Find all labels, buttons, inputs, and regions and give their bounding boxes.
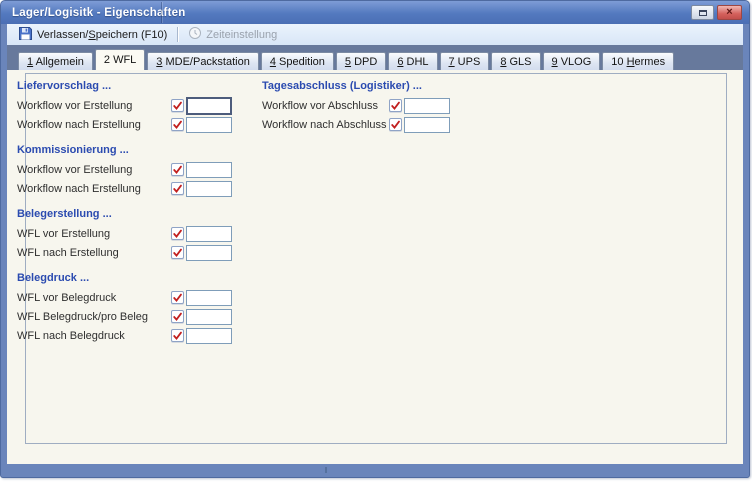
tab-vlog[interactable]: 9 VLOG (543, 52, 601, 70)
workflow-check-icon[interactable] (171, 182, 184, 195)
input-kommissionierung-wfl-vor[interactable] (186, 162, 232, 178)
window-frame: Verlassen/Speichern (F10) Zeiteinstellun… (7, 24, 743, 464)
field-label: Workflow vor Abschluss (262, 100, 389, 112)
section-kommissionierung: Kommissionierung ... Workflow vor Erstel… (17, 144, 252, 198)
section-title: Liefervorschlag ... (17, 80, 252, 93)
input-kommissionierung-wfl-nach[interactable] (186, 181, 232, 197)
restore-window-button[interactable] (691, 5, 714, 20)
input-belegdruck-wfl-nach[interactable] (186, 328, 232, 344)
section-liefervorschlag: Liefervorschlag ... Workflow vor Erstell… (17, 80, 252, 134)
field-row: WFL Belegdruck/pro Beleg (17, 307, 252, 326)
field-row: Workflow nach Erstellung (17, 179, 252, 198)
window-controls: × (691, 5, 742, 20)
workflow-check-icon[interactable] (171, 329, 184, 342)
field-label: Workflow nach Erstellung (17, 183, 171, 195)
workflow-check-icon[interactable] (389, 118, 402, 131)
field-row: Workflow vor Abschluss (262, 96, 492, 115)
restore-icon (699, 10, 707, 16)
input-belegerstellung-wfl-nach[interactable] (186, 245, 232, 261)
field-label: WFL vor Belegdruck (17, 292, 171, 304)
titlebar[interactable]: Lager/Logisitk - Eigenschaften × (1, 1, 749, 24)
section-title: Kommissionierung ... (17, 144, 252, 157)
field-row: Workflow vor Erstellung (17, 160, 252, 179)
field-label: Workflow nach Erstellung (17, 119, 171, 131)
tab-bar: 1 Allgemein 2 WFL 3 MDE/Packstation 4 Sp… (7, 45, 743, 70)
field-label: WFL nach Erstellung (17, 247, 171, 259)
field-row: WFL nach Belegdruck (17, 326, 252, 345)
field-label: WFL nach Belegdruck (17, 330, 171, 342)
input-belegdruck-wfl-vor[interactable] (186, 290, 232, 306)
section-belegerstellung: Belegerstellung ... WFL vor Erstellung W… (17, 208, 252, 262)
time-settings-button[interactable]: Zeiteinstellung (182, 25, 283, 44)
tab-dpd[interactable]: 5 DPD (336, 52, 386, 70)
field-label: Workflow vor Erstellung (17, 164, 171, 176)
field-label: Workflow nach Abschluss (262, 119, 389, 131)
workflow-check-icon[interactable] (171, 227, 184, 240)
resize-grip[interactable] (325, 467, 327, 473)
workflow-check-icon[interactable] (389, 99, 402, 112)
field-row: Workflow vor Erstellung (17, 96, 252, 115)
input-belegdruck-wfl-pro-beleg[interactable] (186, 309, 232, 325)
input-liefervorschlag-wfl-vor[interactable] (186, 97, 232, 115)
field-label: WFL Belegdruck/pro Beleg (17, 311, 171, 323)
close-window-button[interactable]: × (717, 5, 742, 20)
tab-mde-packstation[interactable]: 3 MDE/Packstation (147, 52, 259, 70)
tab-gls[interactable]: 8 GLS (491, 52, 540, 70)
workflow-check-icon[interactable] (171, 310, 184, 323)
titlebar-divider (161, 2, 162, 23)
workflow-check-icon[interactable] (171, 291, 184, 304)
tab-hermes[interactable]: 10 Hermes (602, 52, 674, 70)
workflow-check-icon[interactable] (171, 246, 184, 259)
time-settings-label: Zeiteinstellung (206, 29, 277, 41)
workflow-check-icon[interactable] (171, 118, 184, 131)
save-exit-button[interactable]: Verlassen/Speichern (F10) (12, 25, 173, 45)
section-belegdruck: Belegdruck ... WFL vor Belegdruck WFL Be… (17, 272, 252, 345)
window-title: Lager/Logisitk - Eigenschaften (1, 7, 185, 19)
tab-spedition[interactable]: 4 Spedition (261, 52, 334, 70)
field-row: WFL vor Belegdruck (17, 288, 252, 307)
section-title: Belegerstellung ... (17, 208, 252, 221)
clock-icon (188, 26, 202, 43)
section-title: Belegdruck ... (17, 272, 252, 285)
field-label: Workflow vor Erstellung (17, 100, 171, 112)
field-row: WFL vor Erstellung (17, 224, 252, 243)
input-tagesabschluss-wfl-vor[interactable] (404, 98, 450, 114)
workflow-check-icon[interactable] (171, 99, 184, 112)
toolbar: Verlassen/Speichern (F10) Zeiteinstellun… (7, 24, 743, 45)
input-belegerstellung-wfl-vor[interactable] (186, 226, 232, 242)
field-row: Workflow nach Erstellung (17, 115, 252, 134)
tab-dhl[interactable]: 6 DHL (388, 52, 437, 70)
tab-page-wfl: Liefervorschlag ... Workflow vor Erstell… (7, 70, 743, 464)
field-row: WFL nach Erstellung (17, 243, 252, 262)
input-liefervorschlag-wfl-nach[interactable] (186, 117, 232, 133)
close-icon: × (726, 7, 732, 18)
floppy-disk-icon (18, 26, 33, 44)
field-label: WFL vor Erstellung (17, 228, 171, 240)
right-column: Tagesabschluss (Logistiker) ... Workflow… (262, 80, 492, 144)
section-title: Tagesabschluss (Logistiker) ... (262, 80, 492, 93)
input-tagesabschluss-wfl-nach[interactable] (404, 117, 450, 133)
workflow-check-icon[interactable] (171, 163, 184, 176)
tab-wfl[interactable]: 2 WFL (95, 49, 145, 70)
save-exit-label: Verlassen/Speichern (F10) (37, 29, 167, 41)
section-tagesabschluss: Tagesabschluss (Logistiker) ... Workflow… (262, 80, 492, 134)
tab-allgemein[interactable]: 1 Allgemein (18, 52, 93, 70)
toolbar-separator (177, 27, 178, 42)
tab-ups[interactable]: 7 UPS (440, 52, 490, 70)
left-column: Liefervorschlag ... Workflow vor Erstell… (17, 80, 252, 355)
properties-window: Lager/Logisitk - Eigenschaften × (0, 0, 750, 478)
field-row: Workflow nach Abschluss (262, 115, 492, 134)
